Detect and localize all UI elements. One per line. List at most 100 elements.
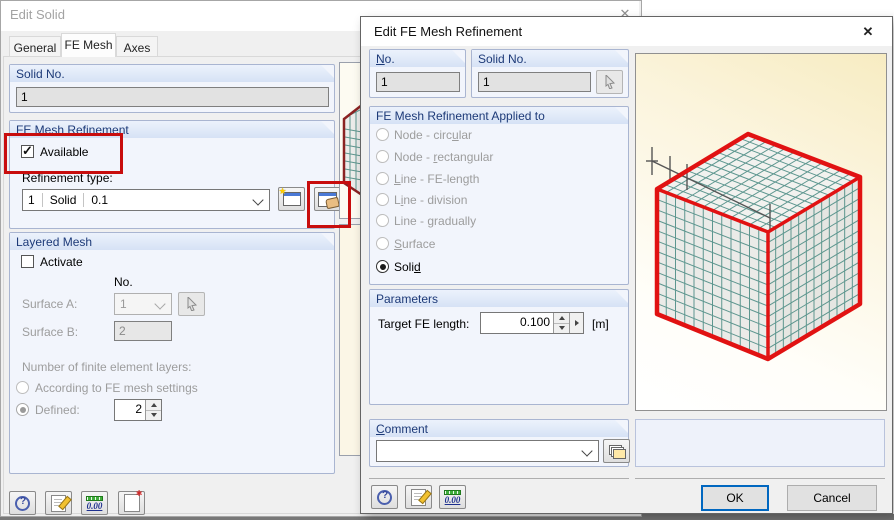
surface-b-field: 2 <box>114 321 172 341</box>
chevron-down-icon <box>581 445 593 457</box>
surface-a-pick-button <box>178 292 205 316</box>
radio-solid[interactable] <box>376 260 389 273</box>
tab-fe-mesh[interactable]: FE Mesh <box>61 33 116 57</box>
refinement-type-combobox[interactable]: 1 Solid 0.1 <box>22 189 270 211</box>
units-icon: 0.00 <box>444 489 461 505</box>
applied-solid-no-field: 1 <box>478 72 591 92</box>
group-solid-no-header: Solid No. <box>10 65 334 82</box>
pick-cursor-icon <box>187 297 197 311</box>
refinement-type-label: Refinement type: <box>22 171 113 185</box>
surface-b-label: Surface B: <box>22 325 79 339</box>
activate-label: Activate <box>40 255 83 269</box>
solid-pick-button <box>596 70 623 94</box>
help-button[interactable] <box>371 485 398 509</box>
surface-a-value: 1 <box>120 297 127 311</box>
apply-to-objects-button[interactable] <box>118 489 145 515</box>
preview-cube-graphic <box>646 131 863 362</box>
units-settings-button[interactable]: 0.00 <box>81 491 108 515</box>
refinement-preview-pane <box>635 53 887 411</box>
unit-options-button[interactable] <box>569 313 583 333</box>
tab-general[interactable]: General <box>9 36 61 57</box>
group-solid-no: Solid No. 1 <box>9 64 335 113</box>
comment-templates-button[interactable] <box>603 439 630 463</box>
screenshot-stage: Edit Solid General FE Mesh Axes Solid No… <box>0 0 894 520</box>
help-icon <box>377 489 392 505</box>
radio-line-gradually <box>376 214 389 227</box>
units-icon: 0.00 <box>86 495 103 511</box>
group-comment-header: Comment <box>370 420 628 437</box>
spinner-up-icon <box>554 313 569 324</box>
radio-according-label: According to FE mesh settings <box>35 381 198 395</box>
ok-button[interactable]: OK <box>701 485 769 511</box>
new-window-star-icon <box>279 186 301 206</box>
chevron-down-icon <box>252 194 264 206</box>
chevron-down-icon <box>154 298 166 310</box>
group-no: No. 1 <box>369 49 466 98</box>
radio-line-division <box>376 193 389 206</box>
refinement-no: 1 <box>28 193 35 207</box>
group-solid-no-front: Solid No. 1 <box>471 49 629 98</box>
refinement-kind: Solid <box>49 193 77 207</box>
pick-cursor-icon <box>605 75 615 89</box>
info-panel <box>635 419 885 467</box>
refinement-title: Edit FE Mesh Refinement <box>374 24 523 39</box>
group-comment: Comment <box>369 419 630 467</box>
group-parameters-header: Parameters <box>370 290 628 307</box>
help-icon <box>15 495 30 511</box>
spinner-up-icon <box>146 400 161 411</box>
radio-according-to-fe-mesh <box>16 381 29 394</box>
refinement-no-field: 1 <box>376 72 460 92</box>
radio-line-gradually-label: Line - gradually <box>394 214 477 228</box>
available-checkbox[interactable] <box>21 143 34 159</box>
group-applied-to-header: FE Mesh Refinement Applied to <box>370 107 628 124</box>
tab-axes[interactable]: Axes <box>116 36 158 57</box>
edit-solid-title: Edit Solid <box>10 7 65 22</box>
back-preview-cube-fragment <box>342 104 363 197</box>
group-fe-mesh-refinement: FE Mesh Refinement Available Refinement … <box>9 120 341 229</box>
group-no-header: No. <box>370 50 465 67</box>
radio-node-rectangular-label: Node - rectangular <box>394 150 494 164</box>
divider <box>369 478 629 479</box>
new-refinement-button[interactable] <box>278 186 305 211</box>
radio-defined-label: Defined: <box>35 403 80 417</box>
cancel-button[interactable]: Cancel <box>787 485 877 511</box>
divider <box>635 478 885 479</box>
radio-surface <box>376 237 389 250</box>
surface-a-label: Surface A: <box>22 297 78 311</box>
available-label: Available <box>40 145 89 159</box>
arrow-right-icon <box>574 320 579 326</box>
radio-line-fe-length-label: Line - FE-length <box>394 172 480 186</box>
group-layered-mesh-header: Layered Mesh <box>10 233 334 250</box>
radio-solid-label: Solid <box>394 260 421 274</box>
layers-count-label: Number of finite element layers: <box>22 360 192 374</box>
close-icon[interactable] <box>854 21 882 43</box>
stacked-papers-icon <box>609 445 626 459</box>
radio-surface-label: Surface <box>394 237 436 251</box>
target-fe-length-spinner[interactable]: 0.100 <box>480 312 584 334</box>
spinner-down-icon <box>554 324 569 334</box>
edit-refinement-button[interactable] <box>314 187 341 211</box>
target-fe-length-value: 0.100 <box>519 315 550 329</box>
group-solid-no-front-header: Solid No. <box>472 50 628 67</box>
comment-combobox[interactable] <box>376 440 599 462</box>
edit-comment-button[interactable] <box>45 491 72 515</box>
radio-line-fe-length <box>376 172 389 185</box>
edit-window-hand-icon <box>318 191 340 209</box>
activate-checkbox[interactable] <box>21 255 34 268</box>
unit-label: [m] <box>592 317 609 331</box>
group-applied-to: FE Mesh Refinement Applied to Node - cir… <box>369 106 629 285</box>
radio-node-circular <box>376 128 389 141</box>
group-fe-mesh-refinement-header: FE Mesh Refinement <box>10 121 334 138</box>
radio-node-circular-label: Node - circular <box>394 128 473 142</box>
target-fe-length-label: Target FE length: <box>378 317 470 331</box>
spinner-down-icon <box>146 411 161 421</box>
document-pointer-icon <box>123 489 143 512</box>
group-layered-mesh: Layered Mesh Activate No. Surface A: 1 S… <box>9 232 335 474</box>
units-settings-button[interactable]: 0.00 <box>439 485 466 509</box>
pencil-note-icon <box>51 494 66 512</box>
defined-layers-value: 2 <box>135 402 142 416</box>
solid-no-field: 1 <box>16 87 329 107</box>
edit-comment-button[interactable] <box>405 485 432 509</box>
help-button[interactable] <box>9 491 36 515</box>
radio-node-rectangular <box>376 150 389 163</box>
